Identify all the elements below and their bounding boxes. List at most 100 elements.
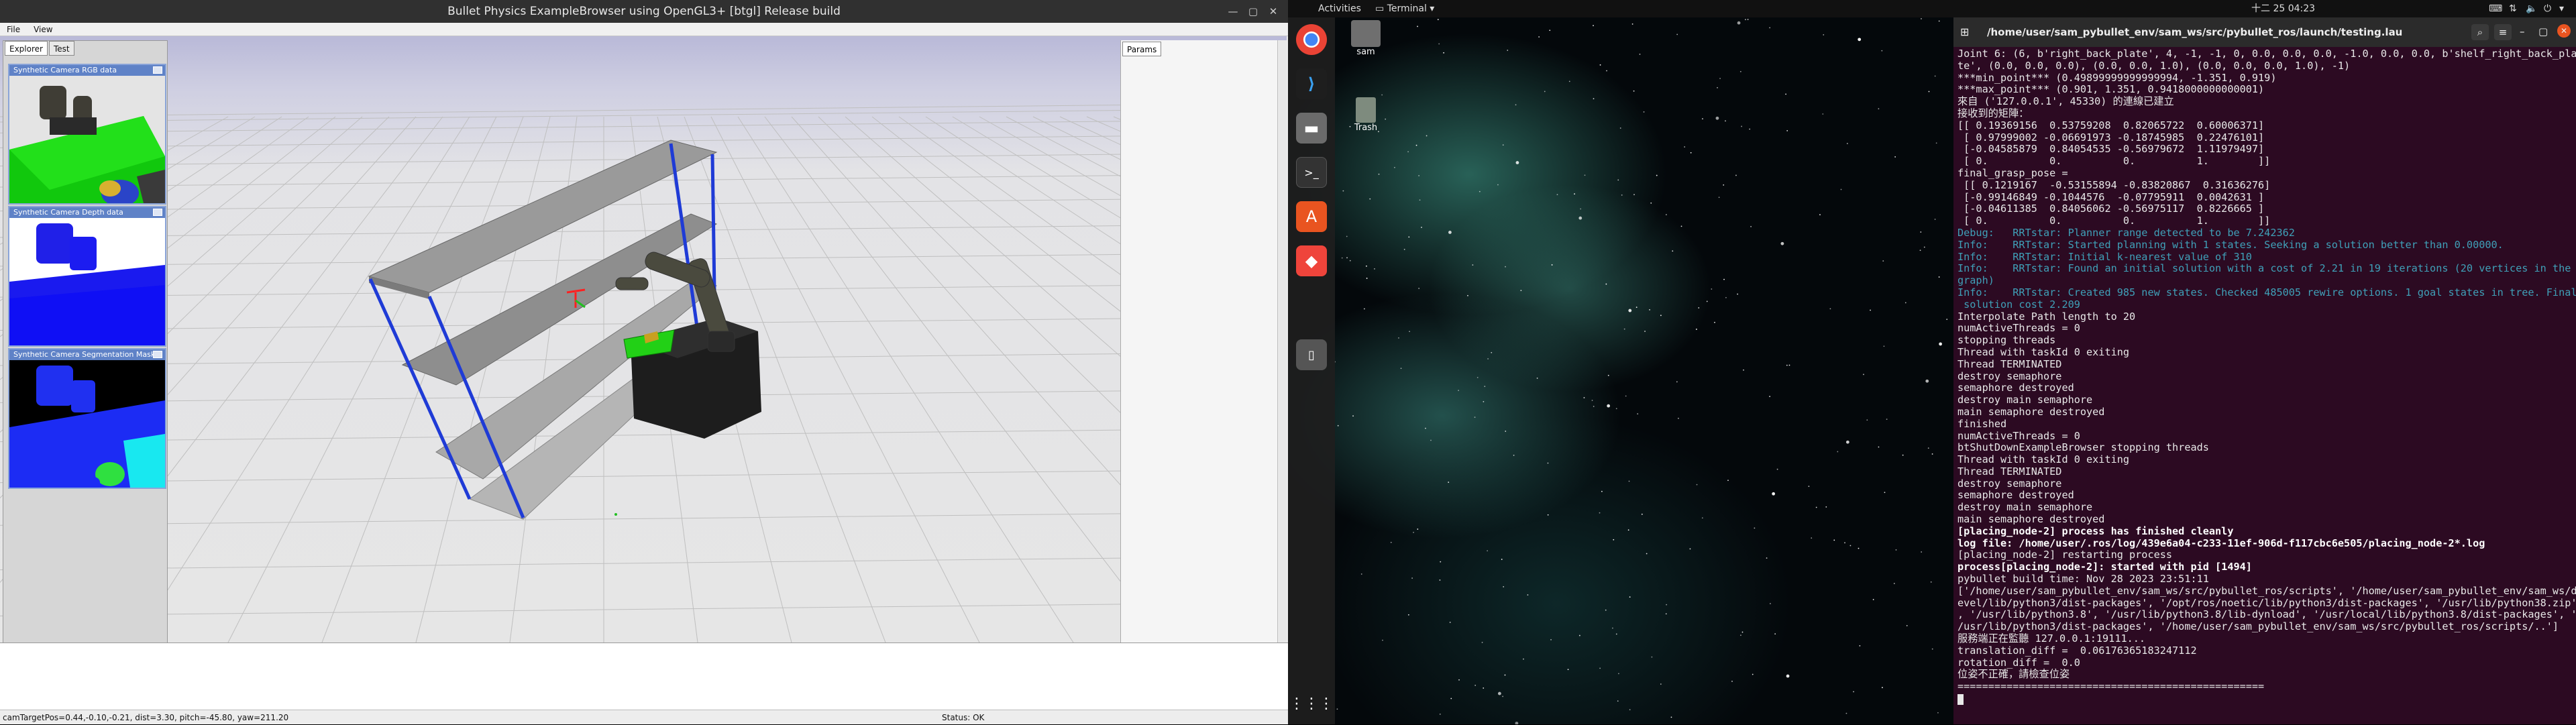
app-grid-icon[interactable]: ⋮⋮⋮ <box>1289 688 1334 719</box>
terminal-line: destroy semaphore <box>1957 477 2062 490</box>
software-icon[interactable]: A <box>1296 201 1327 232</box>
terminal-line: [-0.04585879 0.84054535 -0.56979672 1.11… <box>1957 143 2265 156</box>
rgb-camera-title[interactable]: Synthetic Camera RGB data <box>9 65 165 76</box>
app-menu-button[interactable]: ▭ Terminal ▾ <box>1375 0 1434 17</box>
menu-file[interactable]: File <box>7 25 20 34</box>
terminal-line: final_grasp_pose = <box>1957 166 2068 179</box>
terminal-line: Thread TERMINATED <box>1957 465 2062 478</box>
depth-camera-title[interactable]: Synthetic Camera Depth data <box>9 207 165 218</box>
app-menu-label: Terminal <box>1387 3 1427 14</box>
usb-drive-icon[interactable]: ▯ <box>1296 339 1327 370</box>
bullet-window-title: Bullet Physics ExampleBrowser using Open… <box>447 5 841 18</box>
terminal-line: Interpolate Path length to 20 <box>1957 310 2136 323</box>
terminal-line: evel/lib/python3/dist-packages', '/opt/r… <box>1957 596 2576 609</box>
terminal-line: ***max_point*** (0.901, 1.351, 0.9418000… <box>1957 83 2265 96</box>
close-icon[interactable]: ✕ <box>2557 24 2571 38</box>
terminal-line: semaphore destroyed <box>1957 382 2074 394</box>
terminal-line: 位姿不正確，請檢查位姿 <box>1957 668 2070 681</box>
menu-icon[interactable]: ≡ <box>2494 24 2512 40</box>
tab-test[interactable]: Test <box>48 41 74 56</box>
terminal-line: graph) <box>1957 274 1994 287</box>
terminal-line: destroy semaphore <box>1957 370 2062 382</box>
viewport-scrollbar[interactable] <box>1277 40 1287 643</box>
terminal-line: finished <box>1957 417 2007 430</box>
terminal-line: semaphore destroyed <box>1957 489 2074 502</box>
vscode-icon[interactable]: ⟩ <box>1296 68 1327 99</box>
status-ok-text: Status: OK <box>942 713 985 722</box>
terminal-title: /home/user/sam_pybullet_env/sam_ws/src/p… <box>1987 26 2403 38</box>
segmentation-title[interactable]: Synthetic Camera Segmentation Mask <box>9 349 165 360</box>
terminal-line: numActiveThreads = 0 <box>1957 322 2080 335</box>
segmentation-title-text: Synthetic Camera Segmentation Mask <box>13 350 156 359</box>
desktop-icon-trash[interactable]: Trash <box>1339 97 1393 133</box>
terminal-line: destroy main semaphore <box>1957 394 2093 406</box>
rgb-camera-image <box>9 76 165 203</box>
chevron-down-icon[interactable]: ▾ <box>2559 0 2564 17</box>
keyboard-icon[interactable]: ⌨ <box>2489 0 2502 17</box>
terminal-line: te', (0.0, 0.0, 0.0), (0.0, 0.0, 1.0), (… <box>1957 59 2351 72</box>
maximize-icon[interactable]: ▢ <box>2538 25 2548 38</box>
bullet-statusbar: camTargetPos=0.44,-0.10,-0.21, dist=3.30… <box>0 710 1288 724</box>
terminal-line: [[ 0.1219167 -0.53155894 -0.83820867 0.3… <box>1957 178 2271 191</box>
terminal-line: 來自 ('127.0.0.1', 45330) 的連線已建立 <box>1957 95 2174 108</box>
files-icon[interactable]: ▬ <box>1296 113 1327 144</box>
minimize-icon[interactable]: — <box>1226 5 1240 18</box>
panel-close-icon[interactable] <box>153 66 162 74</box>
terminal-line: [[ 0.19369156 0.53759208 0.82065722 0.60… <box>1957 119 2265 131</box>
terminal-line: numActiveThreads = 0 <box>1957 429 2080 442</box>
terminal-line: [ 0.97999002 -0.06691973 -0.18745985 0.2… <box>1957 131 2265 144</box>
terminal-line: ***min_point*** (0.49899999999999994, -1… <box>1957 71 2277 84</box>
terminal-line: main semaphore destroyed <box>1957 513 2105 526</box>
network-icon[interactable]: ⇅ <box>2509 0 2517 17</box>
anydesk-icon[interactable]: ◆ <box>1296 245 1327 276</box>
close-icon[interactable]: ✕ <box>1267 5 1280 18</box>
terminal-line: Info: RRTstar: Initial k-nearest value o… <box>1957 250 2252 263</box>
activities-button[interactable]: Activities <box>1318 0 1361 17</box>
rgb-camera-title-text: Synthetic Camera RGB data <box>13 66 117 74</box>
tab-params[interactable]: Params <box>1122 42 1162 56</box>
search-icon[interactable]: ⌕ <box>2471 24 2489 40</box>
terminal-icon[interactable]: >_ <box>1296 157 1327 188</box>
new-tab-icon[interactable]: ⊞ <box>1960 25 1969 38</box>
explorer-panel: Explorer Test Synthetic Camera RGB data <box>3 40 168 644</box>
terminal-line: solution cost 2.209 <box>1957 298 2080 311</box>
terminal-line: /usr/lib/python3/dist-packages', '/home/… <box>1957 620 2559 633</box>
bullet-titlebar: Bullet Physics ExampleBrowser using Open… <box>0 0 1288 23</box>
terminal-line: 服務端正在監聽 127.0.0.1:19111... <box>1957 632 2146 645</box>
3d-viewport[interactable] <box>0 36 1287 643</box>
ubuntu-dock: ⟩ ▬ >_ A ◆ ▯ ⋮⋮⋮ <box>1288 17 1335 724</box>
terminal-line: rotation_diff = 0.0 <box>1957 656 2080 669</box>
panel-close-icon[interactable] <box>153 351 162 358</box>
power-icon[interactable]: ⏻ <box>2544 0 2551 17</box>
desktop-icon-trash-label: Trash <box>1354 123 1378 133</box>
terminal-output[interactable]: Joint 6: (6, b'right_back_plate', 4, -1,… <box>1953 47 2576 724</box>
clock[interactable]: 十二 25 04:23 <box>2251 0 2315 17</box>
params-panel: Params <box>1120 40 1287 643</box>
terminal-line: ['/home/user/sam_pybullet_env/sam_ws/src… <box>1957 584 2576 597</box>
terminal-cursor <box>1957 694 1964 706</box>
camera-status-text: camTargetPos=0.44,-0.10,-0.21, dist=3.30… <box>3 713 289 722</box>
terminal-line: log file: /home/user/.ros/log/439e6a04-c… <box>1957 537 2485 549</box>
volume-icon[interactable]: 🔈 <box>2526 0 2537 17</box>
panel-close-icon[interactable] <box>153 209 162 216</box>
terminal-line: stopping threads <box>1957 334 2056 347</box>
chrome-icon[interactable] <box>1296 24 1327 55</box>
terminal-line: process[placing_node-2]: started with pi… <box>1957 561 2252 573</box>
minimize-icon[interactable]: – <box>2520 25 2525 38</box>
menu-view[interactable]: View <box>34 25 52 34</box>
desktop-icon-home[interactable]: sam <box>1339 20 1393 57</box>
explorer-tabs: Explorer Test <box>5 41 74 57</box>
terminal-line: Info: RRTstar: Created 985 new states. C… <box>1957 286 2576 298</box>
terminal-line: [placing_node-2] restarting process <box>1957 549 2173 561</box>
tab-explorer[interactable]: Explorer <box>5 41 48 56</box>
terminal-line: , '/usr/lib/python3.8', '/usr/lib/python… <box>1957 608 2576 621</box>
bullet-console[interactable] <box>0 643 1288 710</box>
robot-base <box>623 318 761 439</box>
maximize-icon[interactable]: ▢ <box>1246 5 1260 18</box>
terminal-line: btShutDownExampleBrowser stopping thread… <box>1957 441 2209 454</box>
terminal-line: destroy main semaphore <box>1957 501 2093 514</box>
gnome-topbar: Activities ▭ Terminal ▾ 十二 25 04:23 ⌨ ⇅ … <box>1288 0 2576 17</box>
trash-icon <box>1356 97 1376 123</box>
scene-svg <box>0 103 1287 643</box>
terminal-line: Info: RRTstar: Found an initial solution… <box>1957 262 2571 275</box>
